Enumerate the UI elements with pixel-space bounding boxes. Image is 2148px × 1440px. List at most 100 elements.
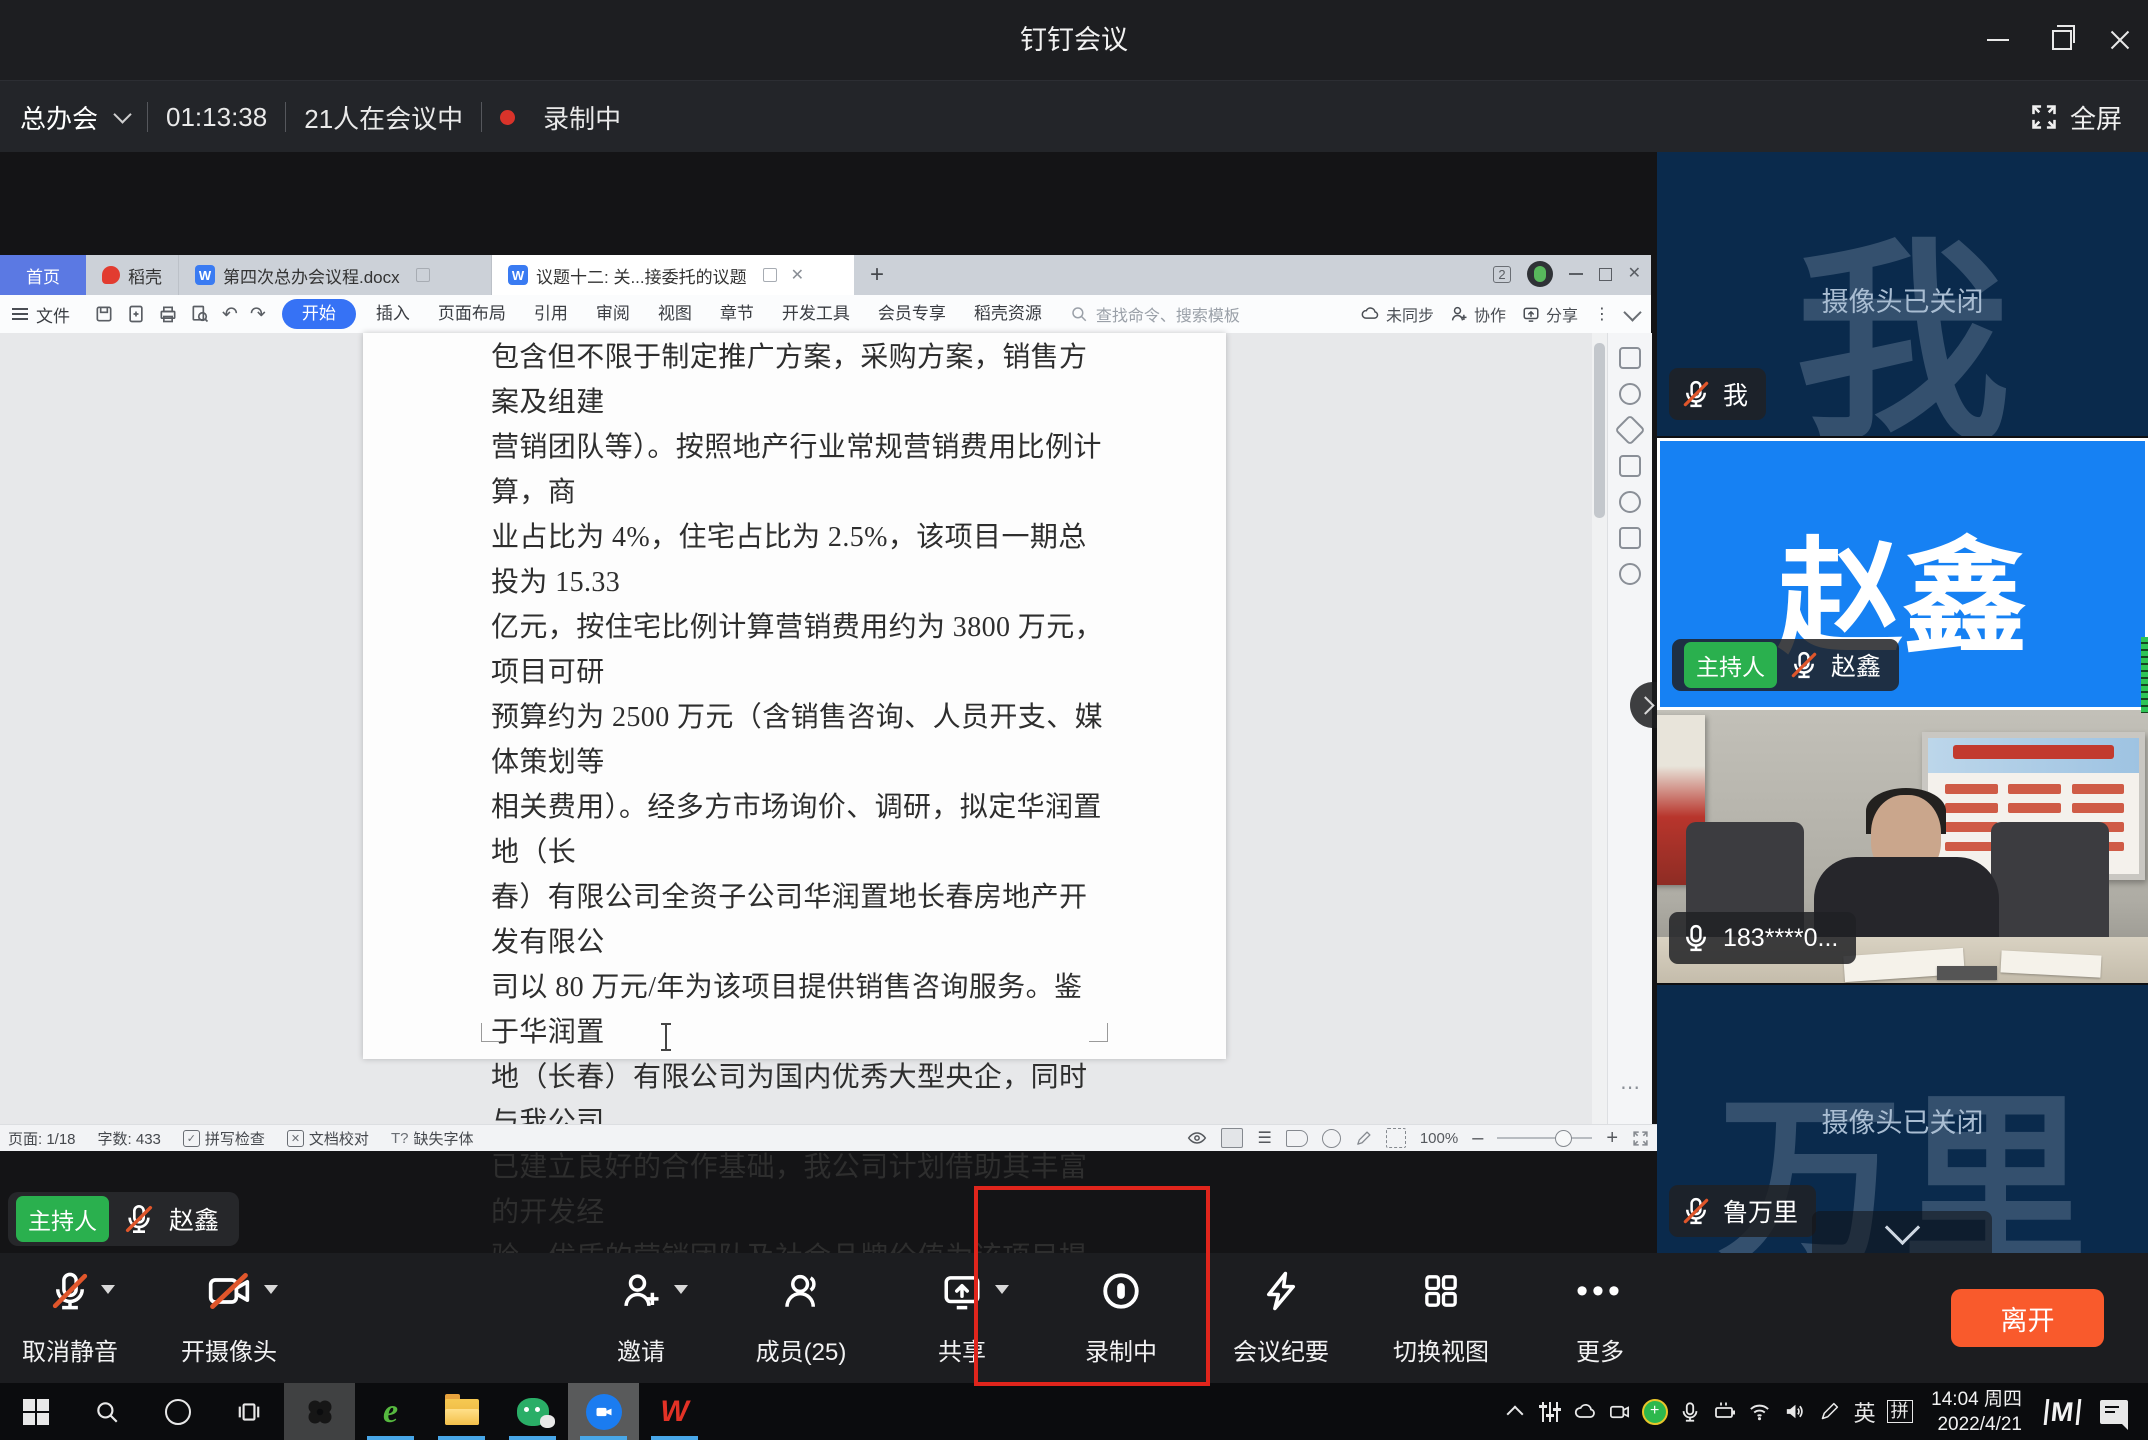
fullscreen-button[interactable]: 全屏 [2030,81,2122,153]
taskbar-app-explorer[interactable] [426,1383,497,1440]
taskbar-app-pinwheel[interactable] [284,1383,355,1440]
cortana-button[interactable] [142,1383,213,1440]
export-icon[interactable] [126,304,146,324]
side-tool-icon[interactable] [1619,347,1641,369]
wps-close-icon[interactable]: ✕ [1628,266,1641,282]
wps-scrollbar[interactable] [1592,333,1607,1124]
collab-button[interactable]: 协作 [1450,302,1506,326]
wps-menu-view[interactable]: 视图 [644,295,706,333]
participant-tile-video[interactable]: 183****0... [1657,710,2148,983]
wps-restore-icon[interactable] [1599,268,1612,281]
taskbar-app-wechat[interactable] [497,1383,568,1440]
side-more-icon[interactable]: ⋯ [1608,1075,1652,1100]
side-tool-icon[interactable] [1619,491,1641,513]
tray-cloud-icon[interactable] [1567,1383,1602,1440]
proofread-toggle[interactable]: ✕文档校对 [287,1128,369,1149]
taskbar-app-wps[interactable]: W [639,1383,710,1440]
missing-font-indicator[interactable]: T?缺失字体 [391,1128,474,1149]
wps-tab-docer[interactable]: 稻壳 [86,255,179,295]
zoom-slider-knob[interactable] [1555,1130,1572,1147]
side-tool-icon[interactable] [1619,563,1641,585]
unmute-button[interactable]: 取消静音 [0,1253,145,1383]
wps-fullscreen-icon[interactable] [1632,1130,1649,1147]
share-doc-button[interactable]: 分享 [1522,302,1578,326]
participant-tile-me[interactable]: 我 摄像头已关闭 我 [1657,152,2148,436]
camera-options-caret[interactable] [264,1285,278,1294]
invite-button[interactable]: 邀请 [566,1253,716,1383]
more-button[interactable]: ••• 更多 [1525,1253,1675,1383]
zoom-slider[interactable] [1497,1137,1592,1139]
side-tool-icon[interactable] [1619,383,1641,405]
task-view-button[interactable] [213,1383,284,1440]
wps-menu-docer-res[interactable]: 稻壳资源 [960,295,1056,333]
taskbar-app-meeting[interactable] [568,1383,639,1440]
spellcheck-toggle[interactable]: ✓拼写检查 [183,1128,265,1149]
camera-on-button[interactable]: 开摄像头 [154,1253,304,1383]
ink-icon[interactable] [1355,1130,1372,1147]
wps-tab-home[interactable]: 首页 [0,255,86,295]
scroll-participants-button[interactable] [1812,1211,1992,1253]
wps-tab-doc2-active[interactable]: W 议题十二: 关...接委托的议题 ✕ [492,255,854,295]
preview-icon[interactable] [190,304,210,324]
wps-menu-layout[interactable]: 页面布局 [424,295,520,333]
sync-status[interactable]: 未同步 [1360,302,1434,326]
tab-close-icon[interactable]: ✕ [791,265,804,285]
book-view-icon[interactable] [1286,1130,1308,1147]
wps-menu-insert[interactable]: 插入 [362,295,424,333]
wps-account-avatar[interactable] [1527,261,1553,287]
wps-file-menu[interactable]: 文件 [0,302,84,327]
eye-icon[interactable] [1187,1128,1207,1148]
page-view-icon[interactable] [1221,1128,1243,1148]
tray-camera-icon[interactable] [1602,1383,1637,1440]
outline-view-icon[interactable]: ☰ [1257,1128,1271,1148]
collapse-ribbon-icon[interactable] [1623,303,1641,321]
wps-minimize-icon[interactable] [1569,273,1583,275]
wps-document-canvas[interactable]: 包含但不限于制定推广方案，采购方案，销售方案及组建 营销团队等）。按照地产行业常… [0,333,1592,1124]
side-tool-icon[interactable] [1619,527,1641,549]
taskbar-search-button[interactable] [71,1383,142,1440]
redo-icon[interactable]: ↷ [250,303,266,326]
undo-icon[interactable]: ↶ [222,303,238,326]
zoom-out-icon[interactable]: – [1472,1127,1483,1150]
tray-battery-icon[interactable] [1707,1383,1742,1440]
wps-menu-reference[interactable]: 引用 [520,295,582,333]
wps-command-search[interactable]: 查找命令、搜索模板 [1070,302,1240,326]
web-view-icon[interactable] [1322,1129,1341,1148]
tray-wifi-icon[interactable] [1742,1383,1777,1440]
tray-360-icon[interactable]: + [1637,1383,1672,1440]
mic-options-caret[interactable] [101,1285,115,1294]
document-page[interactable]: 包含但不限于制定推广方案，采购方案，销售方案及组建 营销团队等）。按照地产行业常… [363,333,1226,1059]
tray-pen-icon[interactable] [1812,1383,1847,1440]
taskbar-clock[interactable]: 14:04 周四 2022/4/21 [1917,1387,2036,1437]
switch-view-button[interactable]: 切换视图 [1366,1253,1516,1383]
wps-new-tab-button[interactable]: + [854,255,900,295]
minimize-button[interactable] [1976,18,2020,62]
participant-tile-wanli[interactable]: 万里 摄像头已关闭 鲁万里 [1657,985,2148,1253]
tray-mixer-icon[interactable] [1532,1383,1567,1440]
action-center-button[interactable] [2088,1383,2140,1440]
chevron-down-icon[interactable] [113,105,131,123]
tray-m-app-icon[interactable]: M [2036,1383,2088,1440]
zoom-level[interactable]: 100% [1420,1130,1458,1147]
wps-menu-section[interactable]: 章节 [706,295,768,333]
ime-pinyin-button[interactable]: 拼 [1882,1383,1917,1440]
members-button[interactable]: 成员(25) [726,1253,876,1383]
side-tool-icon[interactable] [1619,455,1641,477]
participant-tile-host[interactable]: 赵鑫 主持人 赵鑫 [1657,438,2148,710]
wps-menu-devtools[interactable]: 开发工具 [768,295,864,333]
tray-expand-button[interactable] [1497,1383,1532,1440]
wps-menu-review[interactable]: 审阅 [582,295,644,333]
maximize-button[interactable] [2040,18,2084,62]
print-icon[interactable] [158,304,178,324]
more-vert-icon[interactable]: ⋮ [1594,304,1610,324]
zoom-in-icon[interactable]: + [1606,1127,1618,1150]
scrollbar-thumb[interactable] [1594,343,1605,518]
save-icon[interactable] [94,304,114,324]
taskbar-app-ie[interactable]: e [355,1383,426,1440]
start-button[interactable] [0,1383,71,1440]
minutes-button[interactable]: 会议纪要 [1206,1253,1356,1383]
close-button[interactable] [2098,18,2142,62]
ime-language-button[interactable]: 英 [1847,1383,1882,1440]
tray-volume-icon[interactable] [1777,1383,1812,1440]
tray-mic-icon[interactable] [1672,1383,1707,1440]
